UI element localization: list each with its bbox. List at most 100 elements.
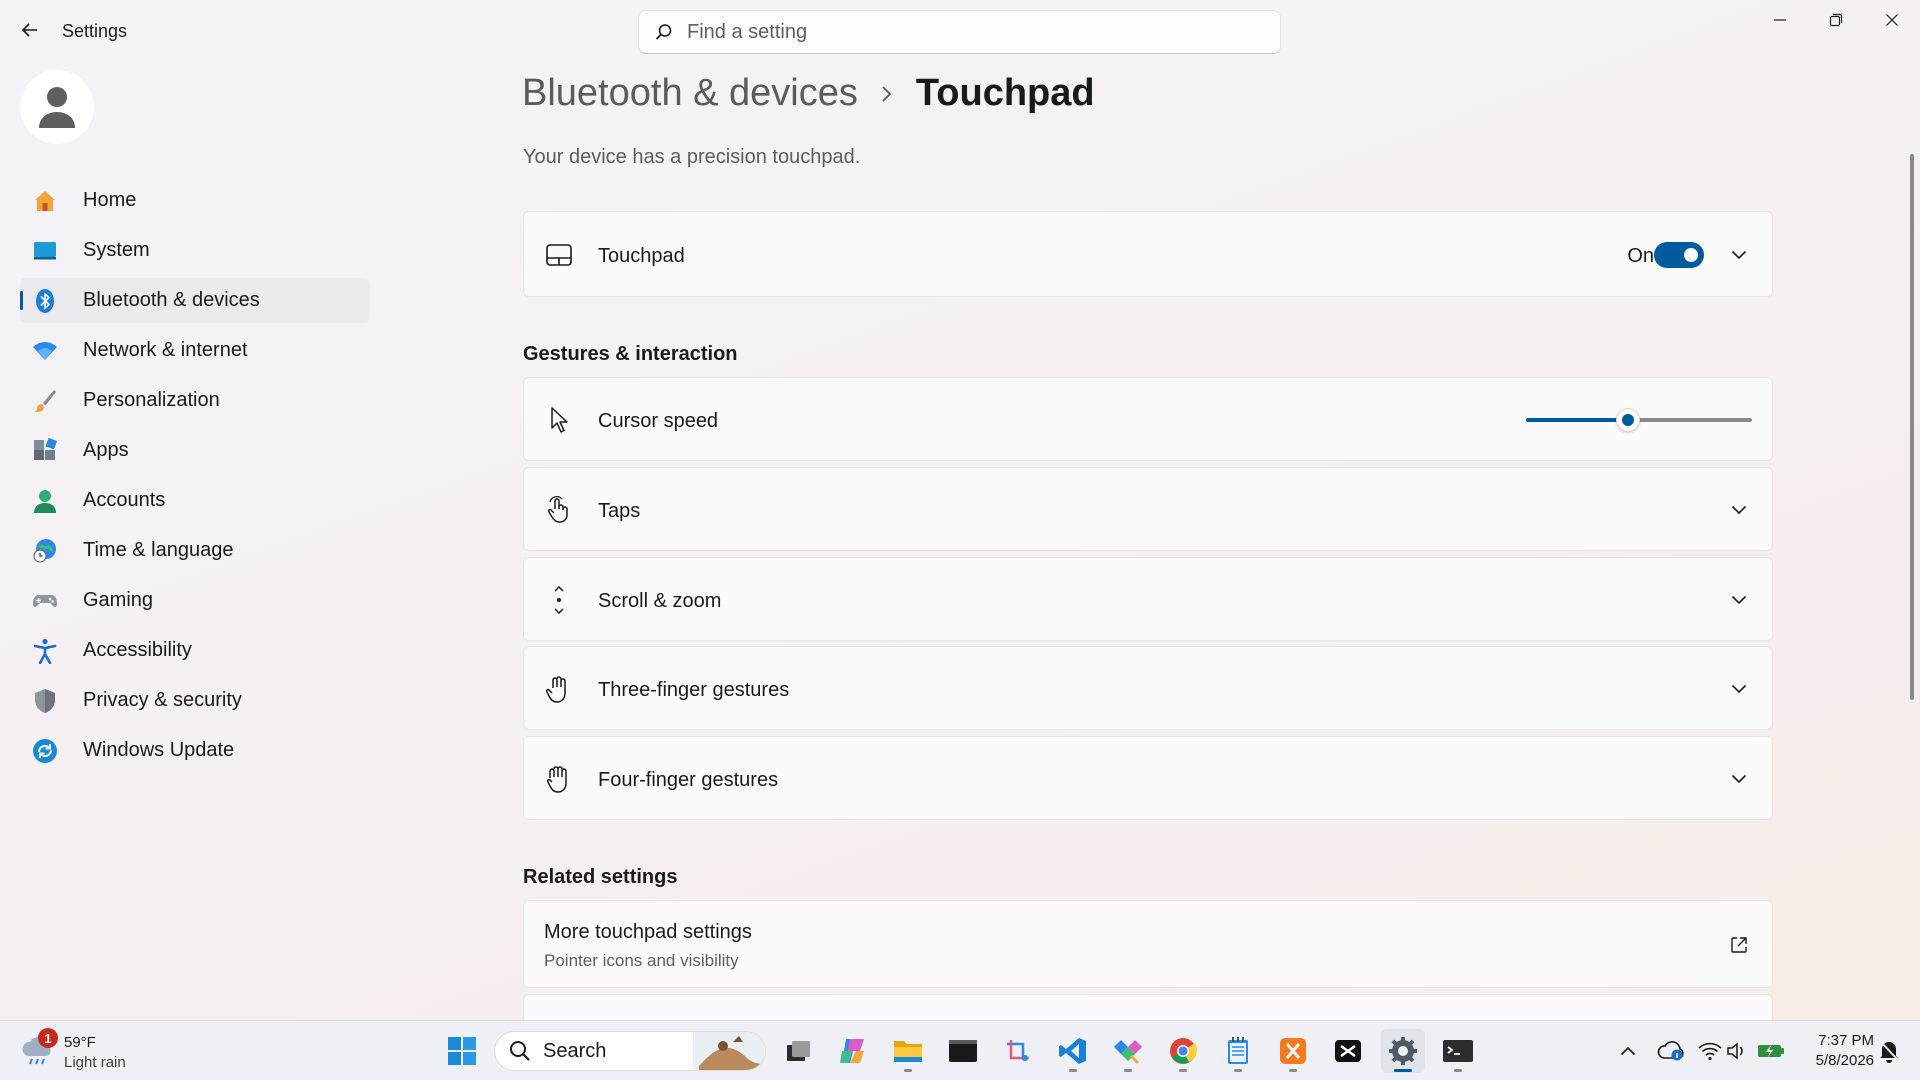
sidebar-nav: Home System Bluetooth & devices Network … [20,178,370,778]
tray-wifi[interactable] [1696,1035,1724,1067]
sidebar-item-label: Apps [83,439,129,461]
page-scrollbar[interactable] [1910,154,1914,700]
running-indicator [1179,1069,1187,1072]
sidebar-item-accounts[interactable]: Accounts [20,478,370,523]
user-avatar[interactable] [20,70,94,144]
four-finger-card[interactable]: Four-finger gestures [523,736,1773,820]
bell-icon [1880,1041,1898,1063]
sidebar-item-apps[interactable]: Apps [20,428,370,473]
person-silhouette-icon [39,87,75,128]
sidebar-item-system[interactable]: System [20,228,370,273]
related-section-title: Related settings [523,866,678,888]
tray-battery[interactable] [1756,1035,1786,1067]
tap-icon [544,495,574,525]
cursor-speed-card: Cursor speed [523,377,1773,461]
sidebar-item-personalization[interactable]: Personalization [20,378,370,423]
slider-thumb[interactable] [1615,408,1640,432]
touchpad-toggle[interactable] [1654,242,1704,268]
taskbar-snipping-tool[interactable] [996,1029,1040,1073]
scroll-icon [544,585,574,615]
taskbar-clock[interactable]: 7:37 PM 5/8/2026 [1802,1031,1874,1071]
touchpad-card[interactable]: Touchpad On [523,211,1773,297]
chrome-icon [1170,1038,1198,1064]
taskbar-paint-app[interactable] [1106,1029,1150,1073]
sidebar-item-label: Bluetooth & devices [83,289,260,311]
taskbar-search[interactable]: Search [494,1031,766,1071]
update-icon [32,738,58,764]
tray-overflow-button[interactable] [1616,1035,1640,1067]
more-touchpad-settings-title: More touchpad settings [544,921,752,943]
tray-notifications[interactable] [1874,1035,1904,1067]
battery-charging-icon [1758,1045,1784,1057]
gamepad-icon [32,588,58,614]
tray-onedrive[interactable] [1656,1035,1686,1067]
breadcrumb-parent-link[interactable]: Bluetooth & devices [522,72,858,115]
sidebar-item-label: Windows Update [83,739,235,761]
close-button[interactable] [1864,0,1920,40]
scroll-zoom-card[interactable]: Scroll & zoom [523,557,1773,641]
chevron-down-icon[interactable] [1724,764,1754,794]
taskbar-capcut[interactable] [1326,1029,1370,1073]
diamond-app-icon [1114,1040,1142,1065]
taskbar: 1 59°F Light rain Search 7:37 PM 5/8/202… [0,1020,1920,1080]
running-indicator [1124,1069,1132,1072]
search-icon [510,1041,530,1061]
sidebar-item-label: Privacy & security [83,689,242,711]
chevron-down-icon[interactable] [1724,674,1754,704]
windows-logo-icon [448,1037,476,1065]
scroll-zoom-label: Scroll & zoom [598,590,722,612]
taskbar-command-prompt[interactable] [1436,1029,1480,1073]
page-title: Touchpad [915,72,1095,114]
terminal-icon [949,1040,977,1062]
weather-widget[interactable]: 1 59°F Light rain [20,1028,170,1074]
more-touchpad-settings-card[interactable]: More touchpad settings Pointer icons and… [523,900,1773,988]
taskbar-task-view[interactable] [776,1029,820,1073]
taskbar-file-explorer[interactable] [886,1029,930,1073]
sidebar-item-home[interactable]: Home [20,178,370,223]
accessibility-icon [32,638,58,664]
chevron-down-icon[interactable] [1724,585,1754,615]
sidebar-item-gaming[interactable]: Gaming [20,578,370,623]
sidebar-item-privacy-security[interactable]: Privacy & security [20,678,370,723]
sidebar-item-label: Accounts [83,489,166,511]
sidebar-item-label: Time & language [83,539,234,561]
sidebar-item-accessibility[interactable]: Accessibility [20,628,370,673]
notepad-icon [1228,1037,1248,1064]
gestures-section-title: Gestures & interaction [523,343,738,365]
running-indicator [1454,1069,1462,1072]
minimize-button[interactable] [1752,0,1808,40]
taskbar-start-button[interactable] [440,1029,484,1073]
taskbar-search-label: Search [543,1039,607,1062]
taskbar-vscode[interactable] [1051,1029,1095,1073]
taskbar-terminal-app[interactable] [941,1029,985,1073]
four-finger-label: Four-finger gestures [598,769,779,791]
back-button[interactable] [16,16,44,44]
sidebar-item-bluetooth[interactable]: Bluetooth & devices [20,278,370,323]
system-icon [32,238,58,264]
weather-condition: Light rain [64,1054,126,1071]
sidebar-item-network[interactable]: Network & internet [20,328,370,373]
chevron-down-icon[interactable] [1724,240,1754,270]
taskbar-copilot[interactable] [831,1029,875,1073]
taskbar-settings[interactable] [1381,1029,1425,1073]
taskbar-notepad[interactable] [1216,1029,1260,1073]
taskbar-chrome[interactable] [1161,1029,1205,1073]
tray-volume[interactable] [1724,1035,1750,1067]
toggle-state-label: On [1627,245,1654,267]
three-finger-card[interactable]: Three-finger gestures [523,646,1773,730]
sidebar-item-windows-update[interactable]: Windows Update [20,728,370,773]
wifi-icon [1698,1042,1722,1061]
taps-card[interactable]: Taps [523,467,1773,551]
cursor-speed-slider[interactable] [1526,408,1752,432]
sidebar-item-label: Home [83,189,137,211]
maximize-button[interactable] [1808,0,1864,40]
sidebar-item-time-language[interactable]: Time & language [20,528,370,573]
search-input[interactable] [687,20,1247,44]
chevron-down-icon[interactable] [1724,495,1754,525]
wifi-icon [32,338,58,364]
external-link-icon[interactable] [1724,930,1754,960]
search-box[interactable] [638,10,1281,54]
taskbar-xampp[interactable] [1271,1029,1315,1073]
next-related-card[interactable] [523,994,1773,1020]
sidebar-item-label: Accessibility [83,639,192,661]
